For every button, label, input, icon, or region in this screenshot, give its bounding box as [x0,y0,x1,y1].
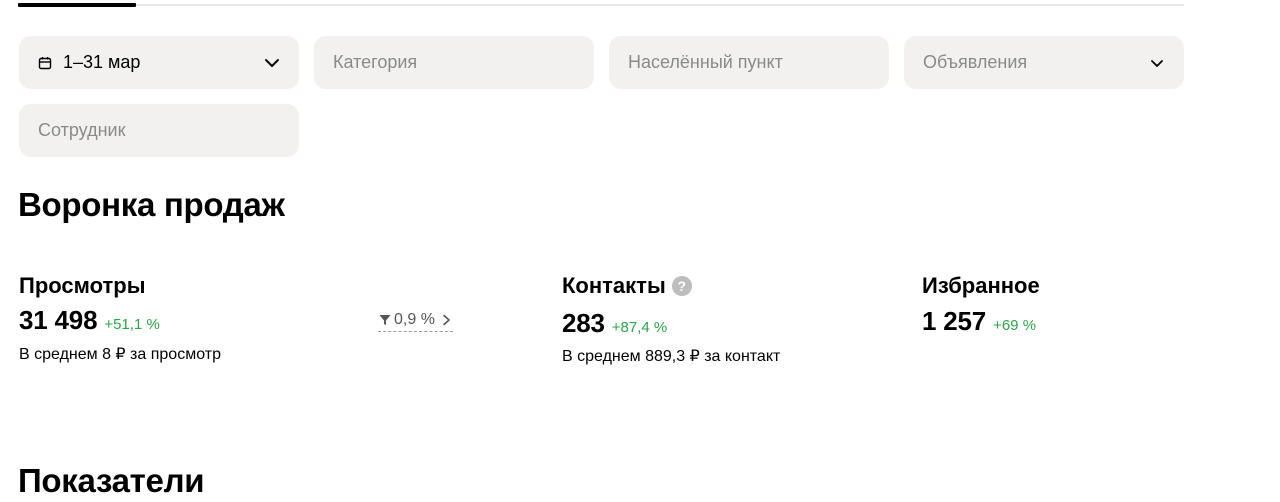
favorites-value: 1 257 [922,306,987,336]
calendar-icon [38,56,52,70]
chevron-down-icon [1148,54,1166,72]
listings-placeholder: Объявления [923,52,1028,72]
favorites-delta: +69 % [993,317,1037,334]
employee-field[interactable]: Сотрудник [19,104,299,157]
views-delta: +51,1 % [104,316,160,333]
tab-underline [18,3,1184,7]
funnel-title: Воронка продаж [18,186,285,223]
category-field[interactable]: Категория [314,36,594,89]
conversion-value: 0,9 % [394,311,435,328]
contacts-label-row: Контакты? [562,273,692,299]
active-tab-indicator [18,3,136,7]
employee-placeholder: Сотрудник [38,120,126,140]
conversion-link[interactable]: 0,9 % [378,311,453,332]
date-range-select[interactable]: 1–31 мар [19,36,299,89]
favorites-value-row: 1 257 +69 % [922,306,1036,337]
contacts-average: В среднем 889,3 ₽ за контакт [562,348,781,365]
views-average: В среднем 8 ₽ за просмотр [19,346,221,363]
help-icon[interactable]: ? [671,276,692,296]
category-placeholder: Категория [333,52,418,72]
favorites-label: Избранное [922,273,1040,298]
views-value: 31 498 [19,305,98,335]
views-value-row: 31 498 +51,1 % [19,305,160,336]
locality-field[interactable]: Населённый пункт [609,36,889,89]
contacts-label: Контакты [562,273,666,298]
contacts-value-row: 283 +87,4 % [562,308,667,339]
date-range-value: 1–31 мар [63,52,141,72]
listings-select[interactable]: Объявления [904,36,1184,89]
indicators-title: Показатели [18,462,205,499]
chevron-right-icon [439,313,453,327]
contacts-value: 283 [562,308,605,338]
contacts-delta: +87,4 % [611,319,668,336]
locality-placeholder: Населённый пункт [628,52,783,72]
chevron-down-icon [263,54,281,72]
funnel-icon [378,313,392,327]
views-label: Просмотры [19,273,146,298]
